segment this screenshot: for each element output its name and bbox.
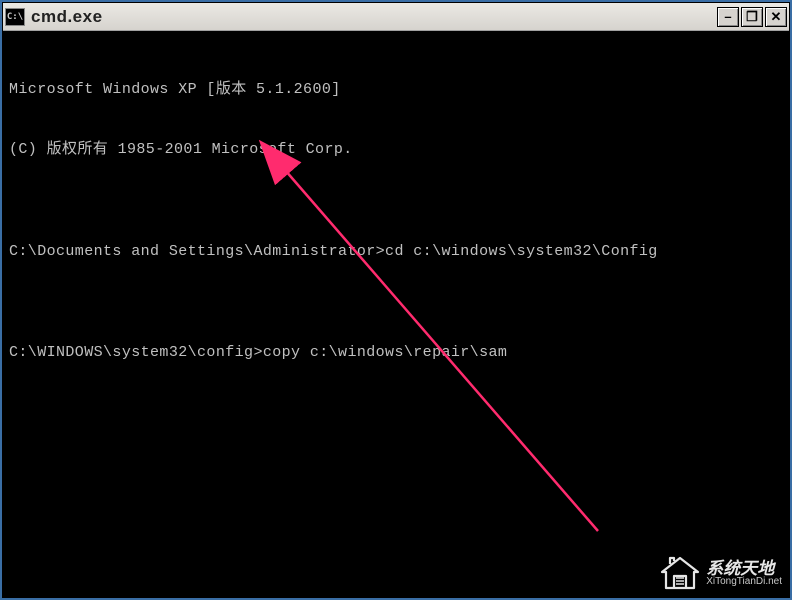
minimize-button[interactable]: – (717, 7, 739, 27)
window-title: cmd.exe (31, 7, 717, 27)
window-controls: – ❐ ✕ (717, 7, 787, 27)
terminal-line: C:\Documents and Settings\Administrator>… (9, 242, 783, 262)
terminal-area[interactable]: Microsoft Windows XP [版本 5.1.2600] (C) 版… (3, 31, 789, 597)
terminal-line: (C) 版权所有 1985-2001 Microsoft Corp. (9, 140, 783, 160)
watermark-url: XiTongTianDi.net (706, 577, 782, 587)
house-icon (660, 556, 700, 590)
titlebar[interactable]: C:\ cmd.exe – ❐ ✕ (3, 3, 789, 31)
close-button[interactable]: ✕ (765, 7, 787, 27)
watermark-text: 系统天地 XiTongTianDi.net (706, 560, 782, 587)
watermark: 系统天地 XiTongTianDi.net (660, 556, 782, 590)
maximize-button[interactable]: ❐ (741, 7, 763, 27)
cmd-window: C:\ cmd.exe – ❐ ✕ Microsoft Windows XP [… (2, 2, 790, 598)
terminal-line: Microsoft Windows XP [版本 5.1.2600] (9, 80, 783, 100)
terminal-line: C:\WINDOWS\system32\config>copy c:\windo… (9, 343, 783, 363)
watermark-title: 系统天地 (706, 560, 782, 577)
cmd-icon: C:\ (5, 8, 25, 26)
